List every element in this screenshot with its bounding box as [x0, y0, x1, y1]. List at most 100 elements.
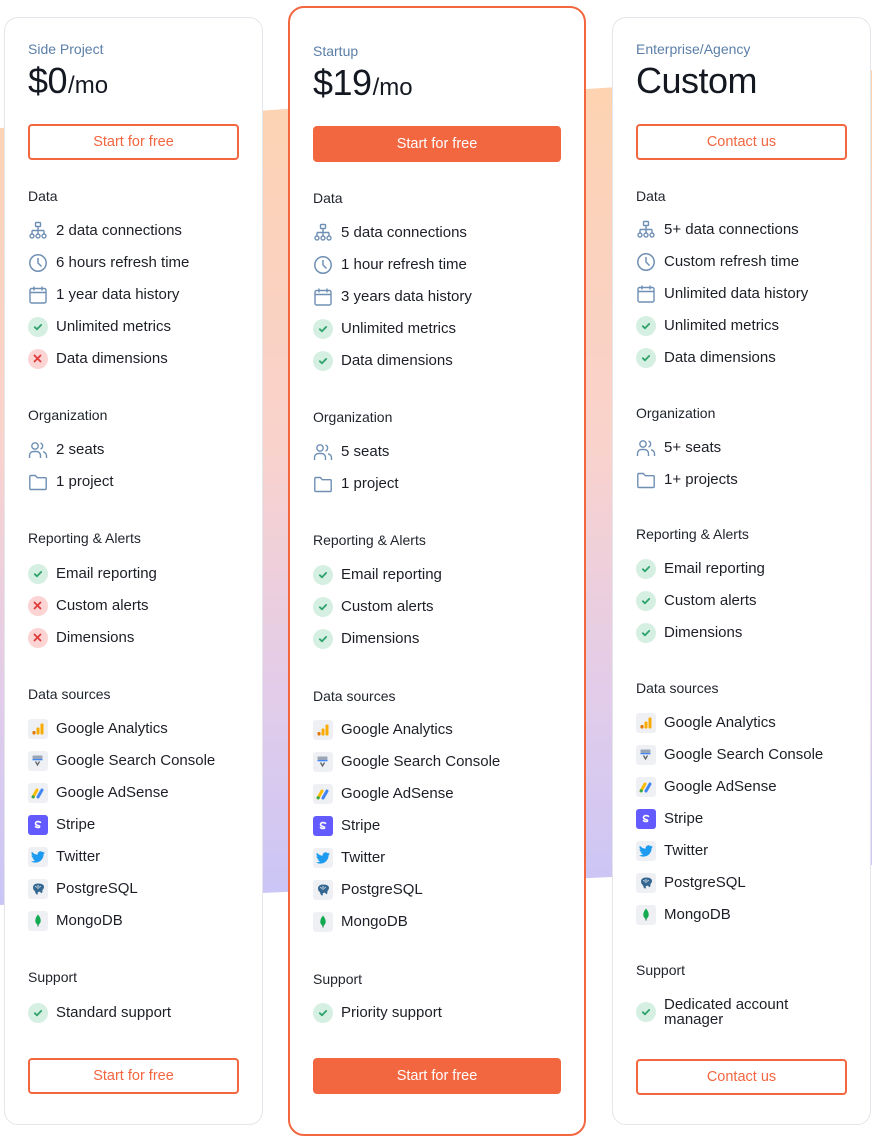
- users-icon: [635, 437, 656, 458]
- plan-name: Enterprise/Agency: [636, 41, 751, 57]
- feature-label: Google Analytics: [341, 721, 453, 738]
- mongodb-icon: [27, 910, 48, 931]
- feature-label: Custom alerts: [56, 597, 149, 614]
- feature-item: 1+ projects: [635, 469, 738, 490]
- folder-icon: [27, 471, 48, 492]
- stripe-icon: [312, 815, 333, 836]
- check-icon: [312, 1002, 333, 1023]
- plan-card-side-project: Side Project $0/mo Start for free Data 2 dat…: [4, 17, 263, 1125]
- twitter-icon: [27, 846, 48, 867]
- contact-us-bottom-button[interactable]: Contact us: [636, 1059, 847, 1095]
- check-icon: [312, 596, 333, 617]
- x-icon: [27, 627, 48, 648]
- feature-item: 2 data connections: [27, 220, 182, 241]
- feature-label: Custom refresh time: [664, 253, 800, 270]
- feature-item: Twitter: [312, 847, 385, 868]
- feature-label: 5+ seats: [664, 439, 722, 456]
- section-title-organization: Organization: [28, 407, 108, 423]
- price-unit: /mo: [372, 74, 413, 101]
- feature-item: Unlimited data history: [635, 283, 808, 304]
- section-title-support: Support: [28, 969, 78, 985]
- sitemap-icon: [635, 219, 656, 240]
- feature-label: 6 hours refresh time: [56, 254, 190, 271]
- google-search-console-icon: [312, 751, 333, 772]
- feature-item: Google Analytics: [312, 719, 453, 740]
- google-analytics-icon: [635, 712, 656, 733]
- feature-item: Custom refresh time: [635, 251, 799, 272]
- x-icon: [27, 348, 48, 369]
- feature-item: Custom alerts: [312, 596, 434, 617]
- folder-icon: [635, 469, 656, 490]
- feature-label: Unlimited metrics: [664, 317, 780, 334]
- feature-item: 1 project: [312, 473, 399, 494]
- feature-label: Google Search Console: [56, 752, 216, 769]
- clock-icon: [635, 251, 656, 272]
- section-title-sources: Data sources: [636, 680, 719, 696]
- feature-label: 5+ data connections: [664, 221, 799, 238]
- feature-label: Twitter: [664, 842, 709, 859]
- feature-label: Unlimited metrics: [56, 318, 172, 335]
- calendar-icon: [312, 286, 333, 307]
- start-for-free-button[interactable]: Start for free: [313, 126, 561, 162]
- feature-item: Dimensions: [312, 628, 419, 649]
- start-for-free-button[interactable]: Start for free: [28, 124, 239, 160]
- section-title-sources: Data sources: [313, 688, 396, 704]
- feature-label: PostgreSQL: [664, 874, 746, 891]
- feature-item: 1 hour refresh time: [312, 254, 467, 275]
- feature-label: 1 project: [341, 475, 399, 492]
- google-analytics-icon: [27, 718, 48, 739]
- feature-label: Google AdSense: [341, 785, 454, 802]
- feature-item: 1 project: [27, 471, 114, 492]
- check-icon: [27, 1002, 48, 1023]
- feature-item: Twitter: [635, 840, 708, 861]
- check-icon: [635, 347, 656, 368]
- google-analytics-icon: [312, 719, 333, 740]
- calendar-icon: [635, 283, 656, 304]
- feature-item: Standard support: [27, 1002, 171, 1023]
- feature-label: 2 data connections: [56, 222, 182, 239]
- feature-item: Stripe: [27, 814, 95, 835]
- feature-item: Google Search Console: [312, 751, 500, 772]
- feature-label: Priority support: [341, 1004, 442, 1021]
- feature-label: Custom alerts: [664, 592, 757, 609]
- feature-label: Google Search Console: [664, 746, 824, 763]
- feature-label: Data dimensions: [56, 350, 168, 367]
- feature-item: Stripe: [635, 808, 703, 829]
- postgresql-icon: [635, 872, 656, 893]
- start-for-free-bottom-button[interactable]: Start for free: [28, 1058, 239, 1094]
- feature-label: Stripe: [341, 817, 381, 834]
- feature-label: Email reporting: [341, 566, 442, 583]
- section-title-support: Support: [313, 971, 363, 987]
- section-title-reporting: Reporting & Alerts: [313, 532, 426, 548]
- feature-label: Google Search Console: [341, 753, 501, 770]
- feature-label: MongoDB: [341, 913, 408, 930]
- check-icon: [27, 316, 48, 337]
- twitter-icon: [635, 840, 656, 861]
- feature-item: 6 hours refresh time: [27, 252, 189, 273]
- clock-icon: [27, 252, 48, 273]
- feature-item: Unlimited metrics: [312, 318, 456, 339]
- check-icon: [635, 590, 656, 611]
- google-adsense-icon: [635, 776, 656, 797]
- feature-label: 1+ projects: [664, 471, 738, 488]
- feature-item: Twitter: [27, 846, 100, 867]
- feature-label: Twitter: [56, 848, 101, 865]
- check-icon: [635, 622, 656, 643]
- feature-item: PostgreSQL: [312, 879, 423, 900]
- users-icon: [27, 439, 48, 460]
- start-for-free-bottom-button[interactable]: Start for free: [313, 1058, 561, 1094]
- feature-item: Email reporting: [312, 564, 442, 585]
- feature-label: 1 year data history: [56, 286, 180, 303]
- plan-price: $0/mo: [28, 60, 108, 102]
- feature-item: 5+ data connections: [635, 219, 799, 240]
- mongodb-icon: [312, 911, 333, 932]
- feature-label: Stripe: [56, 816, 96, 833]
- check-icon: [312, 350, 333, 371]
- plan-card-startup: Startup $19/mo Start for free Data 5 data co…: [288, 6, 586, 1136]
- google-adsense-icon: [312, 783, 333, 804]
- check-icon: [312, 318, 333, 339]
- section-title-organization: Organization: [636, 405, 716, 421]
- price-amount: $0: [28, 60, 68, 101]
- contact-us-button[interactable]: Contact us: [636, 124, 847, 160]
- feature-label: Dedicated account manager: [664, 996, 789, 1028]
